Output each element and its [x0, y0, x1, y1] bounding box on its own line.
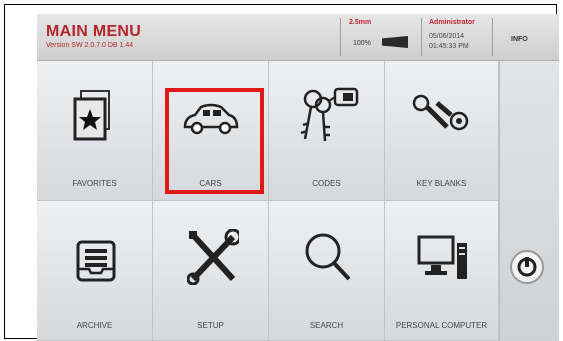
- divider: [340, 18, 341, 56]
- device-screen: MAIN MENU Version SW 2.0.7.0 DB 1.44 2.5…: [37, 14, 559, 341]
- date-text: 05/06/2014: [429, 33, 465, 40]
- power-button[interactable]: [510, 250, 544, 284]
- setup-tile[interactable]: SETUP: [153, 201, 269, 341]
- page-title: MAIN MENU: [46, 23, 142, 40]
- key-blanks-tile[interactable]: KEY BLANKS: [385, 61, 499, 201]
- tile-label: SETUP: [197, 321, 224, 330]
- cut-size-label: 2.5mm: [349, 19, 372, 26]
- tile-label: SEARCH: [309, 321, 344, 330]
- battery-percent: 100%: [353, 40, 371, 47]
- tile-label: ARCHIVE: [76, 321, 113, 330]
- version-text: Version SW 2.0.7.0 DB 1.44: [46, 42, 134, 49]
- tile-label: KEY BLANKS: [416, 179, 467, 188]
- favorites-tile[interactable]: FAVORITES: [37, 61, 153, 201]
- archive-tile[interactable]: ARCHIVE: [37, 201, 153, 341]
- divider: [421, 18, 422, 56]
- archive-tray-icon: [76, 240, 116, 282]
- divider: [492, 18, 493, 56]
- favorites-star-card-icon: [73, 90, 110, 141]
- tile-label: FAVORITES: [72, 179, 117, 188]
- time-text: 01:45:33 PM: [429, 43, 469, 50]
- codes-tile[interactable]: CODES: [269, 61, 385, 201]
- side-column: [499, 61, 559, 341]
- wrench-screwdriver-icon: [187, 229, 239, 285]
- header-bar: MAIN MENU Version SW 2.0.7.0 DB 1.44 2.5…: [37, 14, 559, 61]
- selection-highlight: [165, 88, 264, 194]
- battery-icon: [382, 36, 408, 48]
- tile-label: CODES: [312, 179, 341, 188]
- key-blanks-icon: [412, 94, 469, 131]
- search-tile[interactable]: SEARCH: [269, 201, 385, 341]
- personal-computer-tile[interactable]: PERSONAL COMPUTER: [385, 201, 499, 341]
- magnifier-icon: [305, 233, 351, 281]
- computer-icon: [417, 235, 467, 279]
- power-icon: [517, 257, 537, 277]
- keys-with-tag-icon: [300, 87, 359, 142]
- info-button[interactable]: INFO: [511, 36, 528, 43]
- user-label: Administrator: [429, 19, 475, 26]
- tile-label: PERSONAL COMPUTER: [395, 321, 488, 330]
